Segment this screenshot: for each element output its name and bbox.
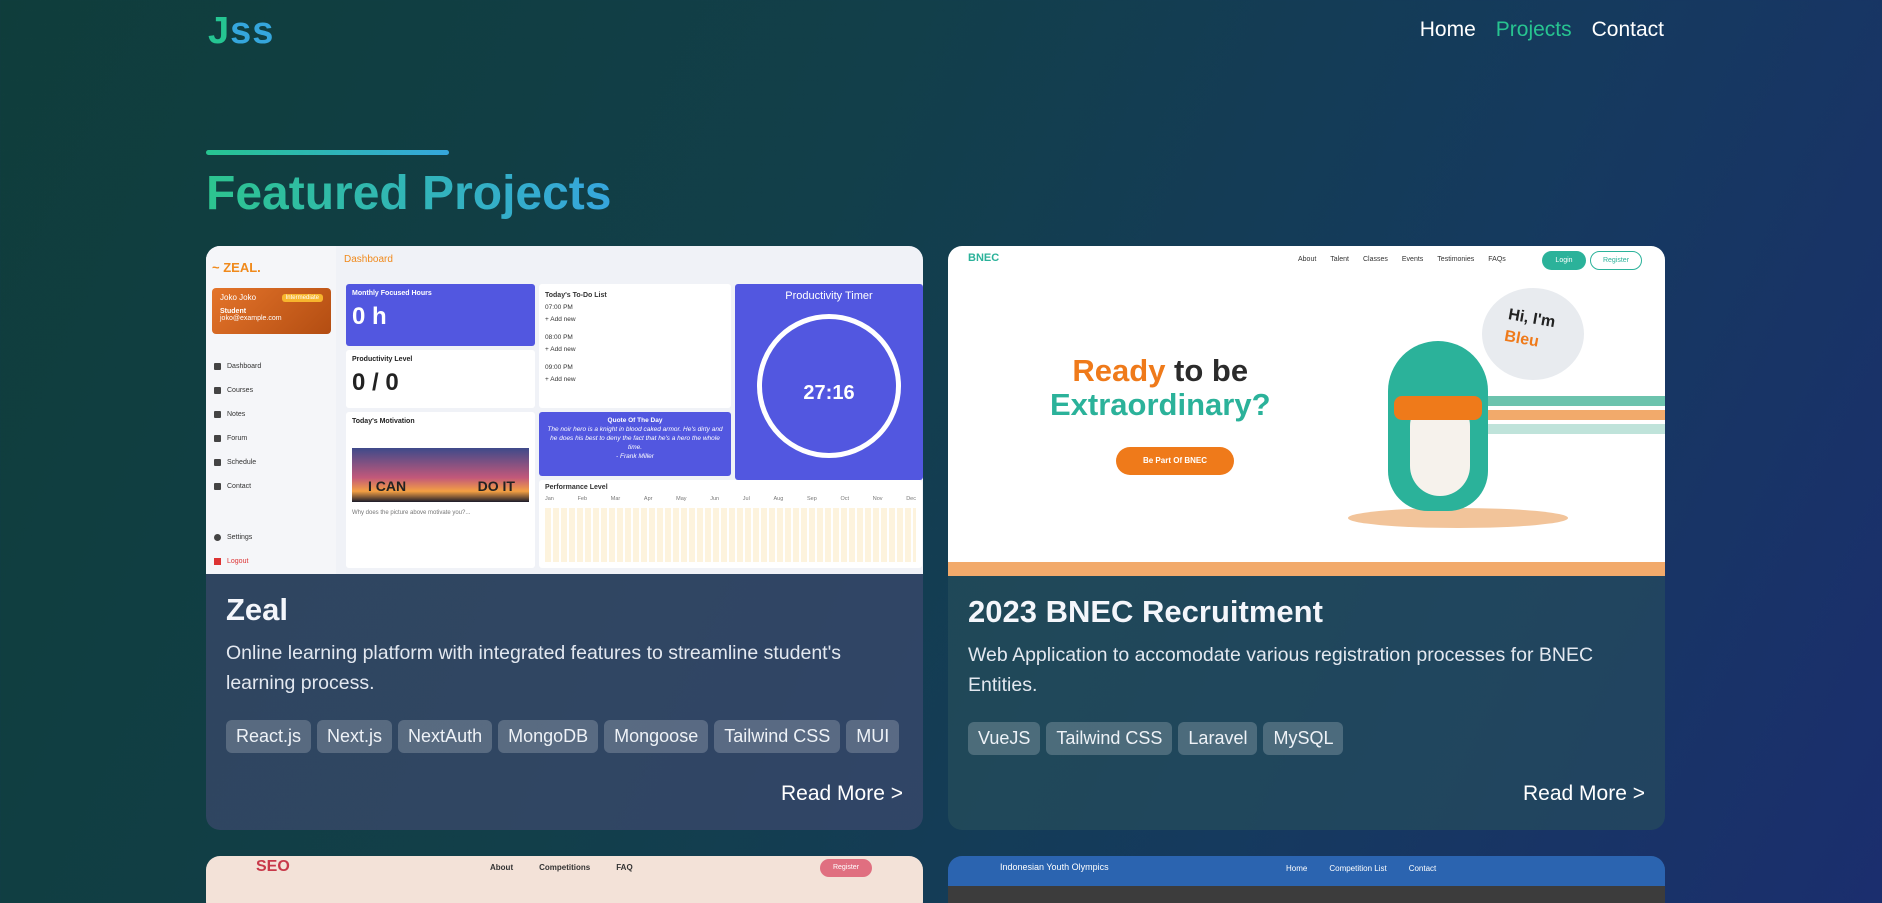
stripe bbox=[1465, 410, 1665, 420]
zeal-dashboard-title: Dashboard bbox=[344, 254, 393, 265]
project-card-bnec[interactable]: BNEC About Talent Classes Events Testimonies… bbox=[948, 246, 1665, 830]
logo-letter-j: J bbox=[208, 10, 231, 52]
zeal-menu-item: Courses bbox=[214, 378, 261, 402]
contact-icon bbox=[214, 482, 221, 490]
forum-icon bbox=[214, 434, 221, 442]
tech-tag: React.js bbox=[226, 720, 312, 753]
bnec-nav: About Talent Classes Events Testimonies FAQs bbox=[1298, 256, 1506, 263]
tech-tag: MongoDB bbox=[498, 720, 599, 753]
logout-icon bbox=[214, 557, 221, 565]
dashboard-icon bbox=[214, 362, 221, 370]
tech-tag: Laravel bbox=[1178, 722, 1258, 755]
zeal-motivation-card: Today's Motivation I CAN DO IT Why does … bbox=[346, 412, 535, 568]
zeal-user-role: Student bbox=[220, 308, 247, 315]
notes-icon bbox=[214, 410, 221, 418]
bnec-logo: BNEC bbox=[968, 252, 1000, 264]
settings-icon bbox=[214, 533, 221, 541]
tech-tag: VueJS bbox=[968, 722, 1041, 755]
tech-tags: React.js Next.js NextAuth MongoDB Mongoo… bbox=[226, 720, 903, 753]
section-title: Featured Projects bbox=[206, 167, 612, 220]
tech-tag: Tailwind CSS bbox=[714, 720, 841, 753]
logo-letters-ss: ss bbox=[230, 10, 275, 52]
tech-tag: Next.js bbox=[317, 720, 393, 753]
zeal-todo-card: Today's To-Do List 07:00 PM + Add new 08… bbox=[539, 284, 731, 408]
bnec-hero-heading: Ready to be Extraordinary? bbox=[1050, 353, 1271, 422]
nav-link-projects[interactable]: Projects bbox=[1496, 18, 1572, 42]
project-title: 2023 BNEC Recruitment bbox=[968, 594, 1323, 629]
read-more-link[interactable]: Read More > bbox=[781, 782, 903, 806]
nav-links: Home Projects Contact bbox=[1420, 18, 1664, 42]
performance-months: Jan Feb Mar Apr May Jun Jul Aug Sep Oct Nov Dec bbox=[545, 496, 916, 502]
bnec-login-button: Login bbox=[1542, 251, 1586, 270]
courses-icon bbox=[214, 386, 221, 394]
zeal-logout: Logout bbox=[214, 549, 252, 573]
mascot-base bbox=[1348, 508, 1568, 528]
iyo-nav: Home Competition List Contact bbox=[1286, 864, 1437, 873]
project-title: Zeal bbox=[226, 592, 289, 627]
zeal-quote-card: Quote Of The Day The noir hero is a knig… bbox=[539, 412, 731, 476]
zeal-sidebar: ~ ZEAL. Joko Joko Student joko@example.c… bbox=[206, 246, 336, 574]
seo-nav: About Competitions FAQ bbox=[490, 863, 633, 872]
zeal-user-badge: Intermediate bbox=[281, 294, 323, 302]
zeal-menu-item: Contact bbox=[214, 474, 261, 498]
seo-register-button: Register bbox=[820, 859, 872, 877]
zeal-performance-card: Performance Level Jan Feb Mar Apr May Jun Jul A… bbox=[539, 480, 922, 568]
performance-heatmap bbox=[545, 508, 916, 562]
project-card-iyo[interactable]: Indonesian Youth Olympics Home Competitio… bbox=[948, 856, 1665, 903]
owl-scarf bbox=[1394, 396, 1482, 420]
zeal-menu-item: Notes bbox=[214, 402, 261, 426]
bnec-cta-button: Be Part Of BNEC bbox=[1116, 447, 1234, 475]
zeal-user-card: Joko Joko Student joko@example.com Inter… bbox=[212, 288, 331, 334]
project-description: Online learning platform with integrated… bbox=[226, 642, 842, 694]
zeal-user-email: joko@example.com bbox=[220, 315, 282, 322]
tech-tag: NextAuth bbox=[398, 720, 493, 753]
motivation-image: I CAN DO IT bbox=[352, 448, 529, 502]
read-more-link[interactable]: Read More > bbox=[1523, 782, 1645, 806]
zeal-menu: Dashboard Courses Notes Forum Schedule C… bbox=[214, 354, 261, 498]
zeal-productivity-card: Productivity Level 0 / 0 bbox=[346, 350, 535, 408]
bnec-bottom-strip bbox=[948, 562, 1665, 576]
zeal-timer-card: Productivity Timer 27:16 bbox=[735, 284, 923, 480]
nav-link-contact[interactable]: Contact bbox=[1592, 18, 1664, 42]
zeal-menu-item: Schedule bbox=[214, 450, 261, 474]
stripe bbox=[1465, 424, 1665, 434]
tech-tag: MUI bbox=[846, 720, 900, 753]
site-logo[interactable]: Jss bbox=[208, 10, 274, 53]
project-card-zeal[interactable]: ~ ZEAL. Joko Joko Student joko@example.c… bbox=[206, 246, 923, 830]
iyo-hero-strip bbox=[948, 886, 1665, 903]
nav-link-home[interactable]: Home bbox=[1420, 18, 1476, 42]
tech-tag: Mongoose bbox=[604, 720, 709, 753]
project-description: Web Application to accomodate various re… bbox=[968, 644, 1594, 696]
project-thumbnail: ~ ZEAL. Joko Joko Student joko@example.c… bbox=[206, 246, 923, 574]
stripe bbox=[1465, 396, 1665, 406]
section-accent-bar bbox=[206, 150, 449, 155]
project-thumbnail: BNEC About Talent Classes Events Testimonies… bbox=[948, 246, 1665, 576]
zeal-settings: Settings bbox=[214, 525, 252, 549]
zeal-menu-item: Dashboard bbox=[214, 354, 261, 378]
schedule-icon bbox=[214, 458, 221, 466]
zeal-menu-item: Forum bbox=[214, 426, 261, 450]
tech-tag: Tailwind CSS bbox=[1046, 722, 1173, 755]
top-nav: Jss Home Projects Contact bbox=[0, 0, 1882, 62]
seo-logo: SEO bbox=[256, 858, 290, 875]
project-card-seo[interactable]: SEO About Competitions FAQ Register bbox=[206, 856, 923, 903]
iyo-title: Indonesian Youth Olympics bbox=[1000, 862, 1109, 872]
tech-tags: VueJS Tailwind CSS Laravel MySQL bbox=[968, 722, 1645, 755]
bnec-register-button: Register bbox=[1590, 251, 1642, 270]
zeal-logo: ~ ZEAL. bbox=[212, 260, 261, 275]
tech-tag: MySQL bbox=[1263, 722, 1344, 755]
zeal-bottom-menu: Settings Logout bbox=[214, 525, 252, 573]
bubble-text: Hi, I'm Bleu bbox=[1503, 306, 1557, 351]
zeal-monthly-card: Monthly Focused Hours 0 h bbox=[346, 284, 535, 346]
